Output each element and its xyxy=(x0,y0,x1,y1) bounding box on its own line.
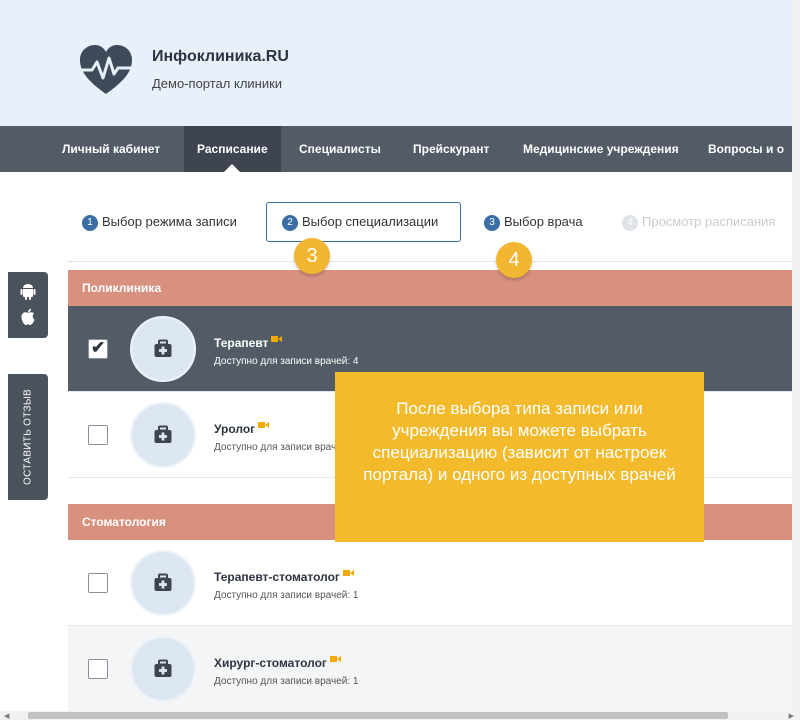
nav-item-schedule[interactable]: Расписание xyxy=(184,126,281,172)
leave-feedback-tab[interactable]: ОСТАВИТЬ ОТЗЫВ xyxy=(8,374,48,500)
tutorial-badge-3: 3 xyxy=(294,238,330,274)
nav-item-pricelist[interactable]: Прейскурант xyxy=(413,126,489,172)
step-schedule: 4 Просмотр расписания xyxy=(622,212,775,232)
specialty-checkbox[interactable]: ✔ xyxy=(88,338,108,359)
site-header: Инфоклиника.RU Демо-портал клиники xyxy=(0,0,800,126)
active-caret xyxy=(224,164,241,172)
mobile-apps-tab[interactable] xyxy=(8,272,48,338)
specialty-name: Терапевт xyxy=(214,335,283,350)
specialty-availability: Доступно для записи врачей: 1 xyxy=(214,676,359,687)
scroll-right-icon[interactable]: ▶ xyxy=(789,712,794,720)
group-header-polyclinic: Поликлиника xyxy=(68,270,800,306)
specialty-row[interactable]: Терапевт-стоматолог Доступно для записи … xyxy=(68,540,800,626)
step-mode[interactable]: 1 Выбор режима записи xyxy=(82,212,237,232)
nav-item-cabinet[interactable]: Личный кабинет xyxy=(62,126,160,172)
specialty-checkbox[interactable] xyxy=(88,573,108,593)
specialty-name: Терапевт-стоматолог xyxy=(214,569,354,584)
specialty-avatar xyxy=(130,316,196,382)
brand-subtitle: Демо-портал клиники xyxy=(152,76,283,91)
tutorial-callout: После выбора типа записи или учреждения … xyxy=(335,372,704,542)
horizontal-scrollbar[interactable]: ◀ ▶ xyxy=(0,711,800,720)
video-camera-icon xyxy=(258,422,270,428)
scroll-left-icon[interactable]: ◀ xyxy=(4,712,9,720)
step-specialization[interactable]: 2 Выбор специализации xyxy=(282,212,438,232)
step-number: 4 xyxy=(622,215,638,231)
medical-kit-icon xyxy=(154,659,172,677)
steps-divider xyxy=(68,261,800,262)
medical-kit-icon xyxy=(154,339,172,357)
brand-name[interactable]: Инфоклиника.RU xyxy=(152,48,289,66)
video-camera-icon xyxy=(342,570,354,576)
medical-kit-icon xyxy=(154,425,172,443)
checkmark-icon: ✔ xyxy=(91,338,106,357)
specialty-avatar xyxy=(130,402,196,468)
specialty-availability: Доступно для записи врачей: 1 xyxy=(214,590,359,601)
step-number: 2 xyxy=(282,215,298,231)
step-number: 1 xyxy=(82,215,98,231)
specialty-row[interactable]: Хирург-стоматолог Доступно для записи вр… xyxy=(68,626,800,712)
scrollbar-thumb[interactable] xyxy=(28,712,728,719)
nav-item-specialists[interactable]: Специалисты xyxy=(299,126,381,172)
specialty-availability: Доступно для записи врачей: 4 xyxy=(214,356,359,367)
tutorial-badge-4: 4 xyxy=(496,242,532,278)
specialty-checkbox[interactable] xyxy=(88,425,108,445)
vertical-scrollbar[interactable] xyxy=(792,0,800,711)
specialty-name: Хирург-стоматолог xyxy=(214,655,341,670)
main-nav: Личный кабинет Расписание Специалисты Пр… xyxy=(0,126,800,172)
android-icon xyxy=(20,284,36,300)
medical-kit-icon xyxy=(154,573,172,591)
specialty-avatar xyxy=(130,636,196,702)
specialty-avatar xyxy=(130,550,196,616)
heart-pulse-icon[interactable] xyxy=(76,40,136,100)
specialty-name: Уролог xyxy=(214,421,270,436)
apple-icon xyxy=(21,308,35,325)
step-doctor[interactable]: 3 Выбор врача xyxy=(484,212,583,232)
video-camera-icon xyxy=(271,336,283,342)
nav-item-questions[interactable]: Вопросы и о xyxy=(708,126,784,172)
specialty-checkbox[interactable] xyxy=(88,659,108,679)
video-camera-icon xyxy=(329,656,341,662)
nav-item-institutions[interactable]: Медицинские учреждения xyxy=(523,126,679,172)
step-number: 3 xyxy=(484,215,500,231)
